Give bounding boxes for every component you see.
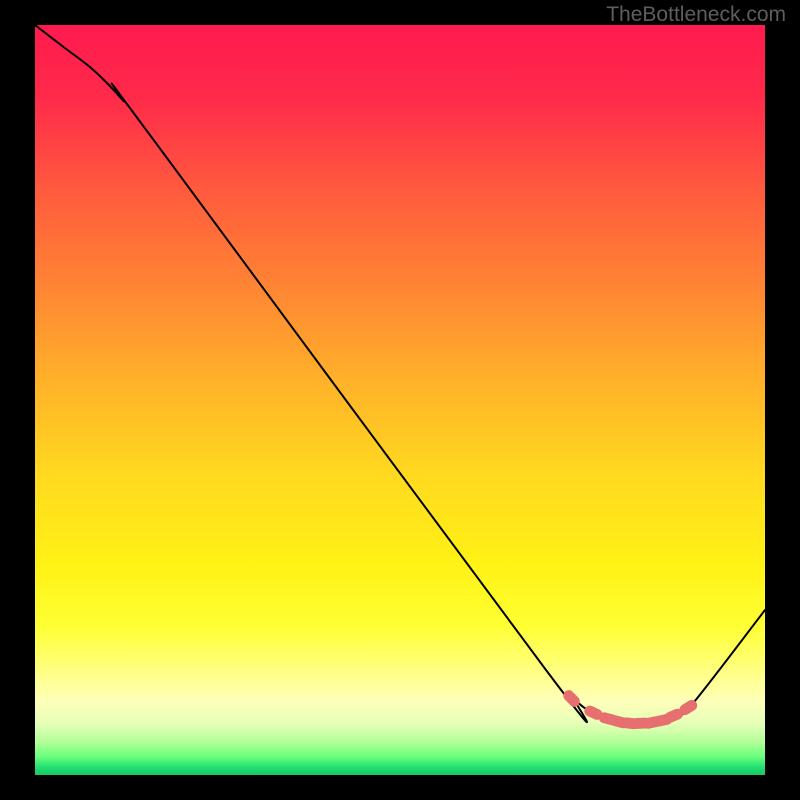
chart-plot-area <box>35 25 765 775</box>
chart-background <box>35 25 765 775</box>
chart-svg <box>35 25 765 775</box>
chart-frame: TheBottleneck.com <box>0 0 800 800</box>
watermark-text: TheBottleneck.com <box>606 3 786 27</box>
